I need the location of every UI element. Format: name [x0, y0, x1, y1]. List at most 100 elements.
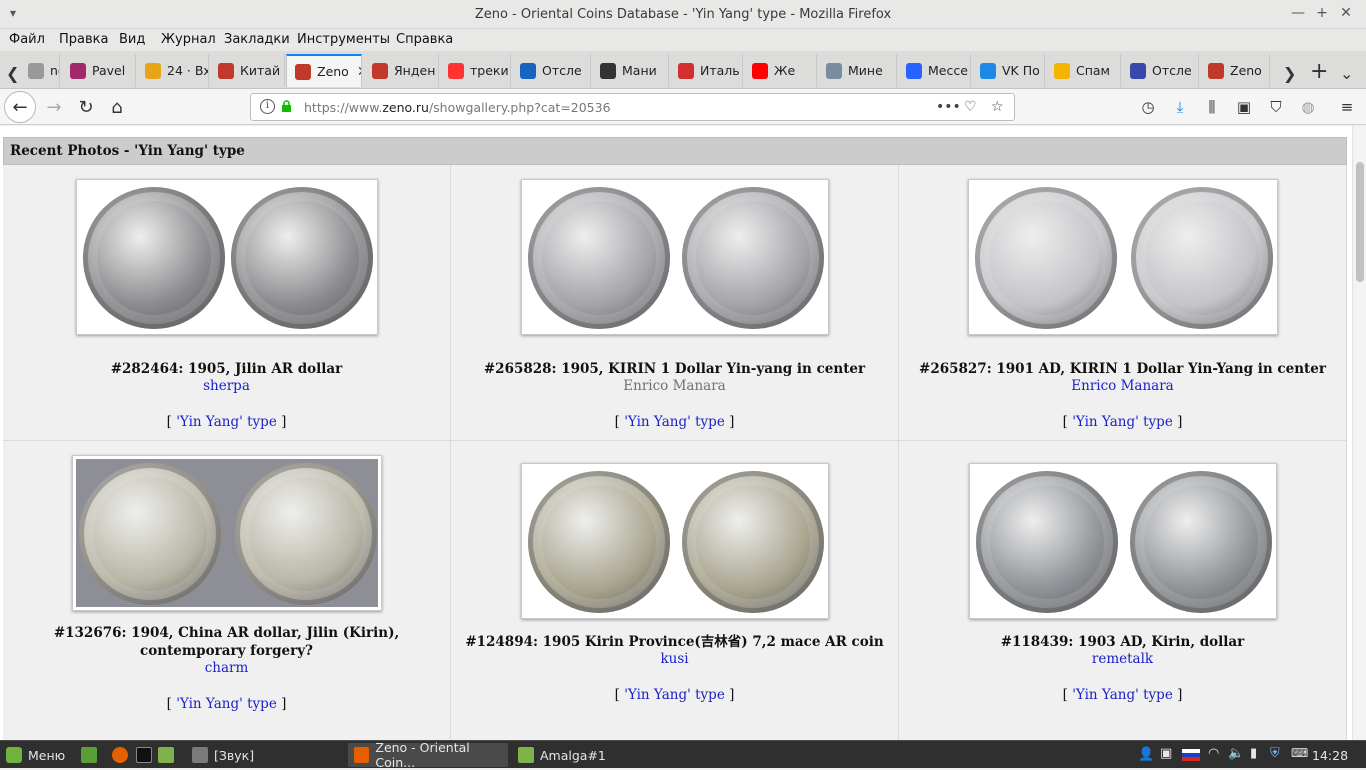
- menu-bookmarks[interactable]: Закладки: [224, 32, 290, 47]
- tab-label: VK По: [1002, 63, 1040, 78]
- category-link[interactable]: 'Yin Yang' type: [1072, 687, 1173, 703]
- network-icon[interactable]: ◠: [1208, 746, 1219, 761]
- browser-tab[interactable]: Мессе: [898, 54, 971, 87]
- browser-tab[interactable]: Италь: [670, 54, 743, 87]
- taskbar-window-button[interactable]: [Звук]: [186, 743, 344, 767]
- category-link[interactable]: 'Yin Yang' type: [176, 414, 277, 430]
- menu-file[interactable]: Файл: [9, 32, 45, 47]
- url-text[interactable]: https://www.zeno.ru/showgallery.php?cat=…: [304, 100, 611, 115]
- browser-tab[interactable]: Же: [744, 54, 817, 87]
- scrollbar-thumb[interactable]: [1356, 162, 1364, 282]
- category-link[interactable]: 'Yin Yang' type: [176, 696, 277, 712]
- history-icon[interactable]: ◷: [1137, 96, 1159, 118]
- browser-tab[interactable]: 24 · Вх: [137, 54, 209, 87]
- shield-icon[interactable]: ⛨: [1270, 746, 1280, 761]
- coin-photo-thumbnail[interactable]: [968, 463, 1277, 619]
- category-link[interactable]: 'Yin Yang' type: [624, 414, 725, 430]
- user-icon[interactable]: 👤: [1138, 747, 1154, 762]
- battery-icon[interactable]: ▮: [1250, 746, 1257, 761]
- browser-tab[interactable]: треки: [440, 54, 511, 87]
- gallery-item: #124894: 1905 Kirin Province(吉林省) 7,2 ma…: [451, 441, 899, 740]
- new-tab-icon[interactable]: +: [1310, 59, 1328, 84]
- maximize-icon[interactable]: +: [1314, 5, 1330, 21]
- url-bar[interactable]: i https://www.zeno.ru/showgallery.php?ca…: [250, 93, 1015, 121]
- browser-tab[interactable]: nda: [20, 54, 60, 87]
- menu-history[interactable]: Журнал: [161, 32, 216, 47]
- close-tab-icon[interactable]: ✕: [357, 64, 361, 80]
- files-launcher-icon[interactable]: [158, 747, 174, 763]
- coin-photo-thumbnail[interactable]: [75, 179, 378, 335]
- tab-scroll-right-icon[interactable]: ❯: [1283, 64, 1296, 83]
- pocket-icon[interactable]: ♡: [964, 99, 977, 115]
- taskbar-window-button[interactable]: Zeno - Oriental Coin...: [348, 740, 508, 770]
- photo-author-link[interactable]: charm: [3, 660, 450, 676]
- category-link[interactable]: 'Yin Yang' type: [624, 687, 725, 703]
- home-button[interactable]: ⌂: [103, 93, 131, 121]
- menu-tools[interactable]: Инструменты: [297, 32, 390, 47]
- keyboard-icon[interactable]: ⌨: [1291, 746, 1308, 760]
- tab-label: nda: [50, 63, 59, 78]
- terminal-launcher-icon[interactable]: [136, 747, 152, 763]
- tab-favicon-icon: [295, 63, 311, 80]
- start-menu-button[interactable]: Меню: [6, 744, 65, 766]
- coin-reverse-image: [1129, 471, 1272, 613]
- browser-tab[interactable]: Pavel: [62, 54, 136, 87]
- ublock-icon[interactable]: ⛉: [1265, 96, 1287, 118]
- coin-photo-thumbnail[interactable]: [520, 463, 829, 619]
- menu-help[interactable]: Справка: [396, 32, 453, 47]
- library-icon[interactable]: ⫼: [1201, 96, 1223, 118]
- coin-photo-thumbnail[interactable]: [520, 179, 829, 335]
- reload-button[interactable]: ↻: [72, 93, 100, 121]
- downloads-icon[interactable]: ⤓: [1169, 96, 1191, 118]
- browser-tab[interactable]: Мине: [818, 54, 897, 87]
- back-button[interactable]: ←: [4, 91, 36, 123]
- menu-edit[interactable]: Правка: [59, 32, 108, 47]
- coin-photo-thumbnail[interactable]: [967, 179, 1278, 335]
- photo-author-link[interactable]: remetalk: [899, 651, 1346, 667]
- tab-favicon-icon: [600, 62, 616, 79]
- sidebar-icon[interactable]: ▣: [1233, 96, 1255, 118]
- forward-button[interactable]: →: [40, 93, 68, 121]
- bracket-close: ]: [276, 414, 287, 430]
- browser-tab[interactable]: Отсле: [512, 54, 591, 87]
- bracket-close: ]: [724, 687, 735, 703]
- tab-label: Отсле: [1152, 63, 1192, 78]
- clipboard-icon[interactable]: ▣: [1160, 746, 1172, 761]
- tab-favicon-icon: [218, 62, 234, 79]
- tab-favicon-icon: [826, 62, 842, 79]
- close-window-icon[interactable]: ✕: [1338, 5, 1354, 21]
- page-scrollbar[interactable]: [1352, 126, 1366, 740]
- minimize-icon[interactable]: —: [1290, 5, 1306, 21]
- page-actions-icon[interactable]: •••: [936, 99, 961, 115]
- photo-author-link[interactable]: Enrico Manara: [899, 378, 1346, 394]
- browser-tab[interactable]: Мани: [592, 54, 669, 87]
- keyboard-layout-flag-icon[interactable]: [1182, 749, 1200, 761]
- site-info-icon[interactable]: i: [260, 99, 275, 114]
- firefox-launcher-icon[interactable]: [112, 747, 128, 763]
- nav-bar: ← → ↻ ⌂ i https://www.zeno.ru/showgaller…: [0, 89, 1366, 125]
- extension-globe-icon[interactable]: ◍: [1297, 96, 1319, 118]
- category-link[interactable]: 'Yin Yang' type: [1072, 414, 1173, 430]
- browser-tab[interactable]: Спам: [1046, 54, 1121, 87]
- tab-label: 24 · Вх: [167, 63, 209, 78]
- browser-tab[interactable]: Zeno: [1200, 54, 1270, 87]
- bookmark-star-icon[interactable]: ☆: [991, 99, 1004, 115]
- taskbar-window-label: [Звук]: [214, 747, 255, 763]
- browser-tab[interactable]: Китай: [210, 54, 285, 87]
- browser-tab[interactable]: VK По: [972, 54, 1045, 87]
- tab-scroll-left-icon[interactable]: ❮: [6, 64, 19, 83]
- photo-author-link[interactable]: sherpa: [3, 378, 450, 394]
- hamburger-menu-icon[interactable]: ≡: [1336, 96, 1358, 118]
- clock[interactable]: 14:28: [1312, 748, 1348, 763]
- menu-view[interactable]: Вид: [119, 32, 145, 47]
- taskbar-window-button[interactable]: Amalga#1: [512, 743, 672, 767]
- photo-caption: #132676: 1904, China AR dollar, Jilin (K…: [53, 625, 400, 659]
- tab-list-icon[interactable]: ⌄: [1340, 64, 1353, 83]
- photo-author-link[interactable]: kusi: [451, 651, 898, 667]
- volume-icon[interactable]: 🔈: [1228, 746, 1244, 761]
- coin-photo-thumbnail[interactable]: [71, 455, 382, 611]
- browser-tab[interactable]: Отсле: [1122, 54, 1199, 87]
- browser-tab[interactable]: Янден: [364, 54, 439, 87]
- browser-tab[interactable]: Zeno ✕: [286, 54, 362, 87]
- show-desktop-icon[interactable]: [81, 747, 97, 763]
